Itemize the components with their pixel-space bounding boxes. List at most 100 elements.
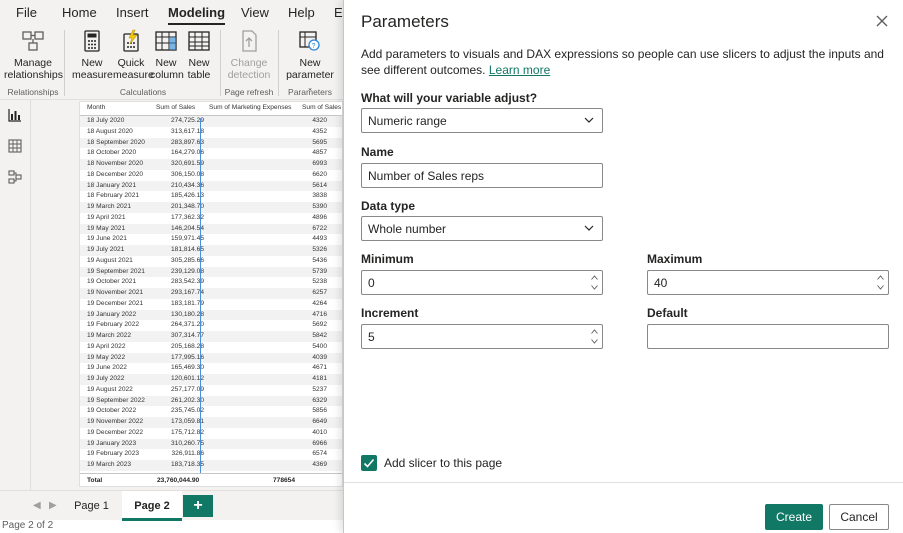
menu-insert[interactable]: Insert <box>116 5 149 20</box>
quick-measure-label: Quick measure <box>113 57 154 81</box>
page-tab-2[interactable]: Page 2 <box>122 491 182 521</box>
relationships-icon <box>22 31 44 51</box>
quick-measure-button[interactable]: Quick measure <box>113 29 154 81</box>
table-row[interactable]: 19 May 2022 177,995.16 4039 <box>80 352 342 364</box>
table-row[interactable]: 18 December 2020 306,150.08 6620 <box>80 170 342 181</box>
model-view-icon[interactable] <box>8 170 22 184</box>
header-sum-of-sales-2[interactable]: Sum of Sales <box>302 104 341 111</box>
add-slicer-label[interactable]: Add slicer to this page <box>384 456 502 470</box>
table-row[interactable]: 19 September 2022 261,202.30 6329 <box>80 395 342 407</box>
change-detection-button[interactable]: Change detection <box>224 29 274 81</box>
datatype-dropdown[interactable]: Whole number <box>361 216 603 241</box>
table-row[interactable]: 19 November 2022 173,059.81 6649 <box>80 417 342 428</box>
spin-down-icon[interactable] <box>877 285 884 290</box>
menu-home[interactable]: Home <box>62 5 97 20</box>
table-row[interactable]: 18 September 2020 283,897.63 5695 <box>80 137 342 149</box>
table-row[interactable]: 19 April 2022 205,168.28 5400 <box>80 342 342 353</box>
table-row[interactable]: 19 October 2021 283,542.39 5238 <box>80 277 342 288</box>
header-sum-of-sales[interactable]: Sum of Sales <box>156 104 195 111</box>
table-row[interactable]: 19 October 2022 235,745.02 5856 <box>80 406 342 417</box>
table-row[interactable]: 19 December 2021 183,181.79 4264 <box>80 299 342 310</box>
add-slicer-checkbox[interactable] <box>361 455 377 471</box>
maximum-input[interactable]: 40 <box>647 270 889 295</box>
table-row[interactable]: 19 July 2021 181,814.65 5326 <box>80 245 342 256</box>
checkmark-icon <box>363 458 375 468</box>
new-table-button[interactable]: New table <box>183 29 215 81</box>
table-row[interactable]: 19 July 2022 120,601.12 4181 <box>80 374 342 385</box>
increment-input[interactable]: 5 <box>361 324 603 349</box>
prev-page-arrow-icon[interactable]: ◀ <box>33 500 41 511</box>
page-tab-1[interactable]: Page 1 <box>62 491 121 521</box>
adjust-dropdown[interactable]: Numeric range <box>361 108 603 133</box>
create-button[interactable]: Create <box>765 504 823 530</box>
month-cell: 18 February 2021 <box>87 192 140 200</box>
sales-cell: 164,279.06 <box>170 149 204 157</box>
power-bi-window: File Home Insert Modeling View Help E Ma… <box>0 0 343 533</box>
table-row[interactable]: 18 February 2021 185,426.13 3838 <box>80 191 342 202</box>
month-cell: 19 February 2022 <box>87 321 140 329</box>
table-row[interactable]: 18 July 2020 274,725.29 4320 <box>80 116 342 127</box>
cancel-button[interactable]: Cancel <box>829 504 889 530</box>
minimum-input[interactable]: 0 <box>361 270 603 295</box>
new-column-button[interactable]: New column <box>150 29 184 81</box>
sales-cell: 293,167.74 <box>170 289 204 296</box>
default-input[interactable] <box>647 324 889 349</box>
table-row[interactable]: 19 December 2022 175,712.82 4010 <box>80 428 342 439</box>
table-row[interactable]: 18 January 2021 210,434.36 5614 <box>80 180 342 192</box>
new-measure-button[interactable]: New measure <box>72 29 113 81</box>
month-cell: 19 March 2021 <box>87 203 131 210</box>
spin-up-icon[interactable] <box>877 275 884 280</box>
name-input[interactable]: Number of Sales reps <box>361 163 603 188</box>
spin-up-icon[interactable] <box>591 329 598 334</box>
table-row[interactable]: 18 October 2020 164,279.06 4857 <box>80 148 342 159</box>
table-row[interactable]: 19 February 2023 326,911.86 6574 <box>80 449 342 460</box>
month-cell: 19 January 2022 <box>87 310 137 318</box>
ribbon-group-relationships: Relationships <box>7 87 59 97</box>
menu-file[interactable]: File <box>16 5 37 20</box>
sales-cell: 181,814.65 <box>170 246 204 253</box>
close-icon[interactable] <box>875 14 889 28</box>
menu-modeling[interactable]: Modeling <box>168 5 226 25</box>
table-row[interactable]: 19 January 2023 310,260.75 6966 <box>80 438 342 450</box>
menu-external-tools[interactable]: E <box>334 5 343 20</box>
table-row[interactable]: 19 September 2021 239,129.08 5739 <box>80 266 342 278</box>
table-row[interactable]: 18 August 2020 313,617.18 4352 <box>80 127 342 138</box>
learn-more-link[interactable]: Learn more <box>489 63 550 77</box>
spin-up-icon[interactable] <box>591 275 598 280</box>
sales-cell: 185,426.13 <box>170 192 204 200</box>
sales-cell: 175,712.82 <box>170 428 204 436</box>
sales-cell: 183,718.35 <box>170 461 204 468</box>
menu-help[interactable]: Help <box>288 5 315 20</box>
sales-cell: 146,204.54 <box>170 224 204 232</box>
manage-relationships-button[interactable]: Manage relationships <box>4 29 63 81</box>
table-visual[interactable]: Month Sum of Sales Sum of Marketing Expe… <box>79 101 343 487</box>
spin-down-icon[interactable] <box>591 285 598 290</box>
header-sum-of-marketing-expenses[interactable]: Sum of Marketing Expenses <box>209 104 291 111</box>
new-column-label: New column <box>150 57 184 81</box>
data-view-icon[interactable] <box>8 139 22 153</box>
report-view-icon[interactable] <box>8 108 22 122</box>
sales-cell: 305,285.66 <box>170 256 204 264</box>
table-row[interactable]: 19 May 2021 146,204.54 6722 <box>80 223 342 235</box>
spin-down-icon[interactable] <box>591 339 598 344</box>
table-row[interactable]: 19 June 2021 159,971.45 4493 <box>80 234 342 245</box>
new-parameter-button[interactable]: ? New parameter ⌄ <box>282 29 338 95</box>
next-page-arrow-icon[interactable]: ▶ <box>49 500 57 511</box>
table-row[interactable]: 19 August 2021 305,285.66 5436 <box>80 256 342 267</box>
table-row[interactable]: 19 June 2022 165,469.30 4671 <box>80 363 342 374</box>
table-row[interactable]: 19 August 2022 257,177.09 5237 <box>80 385 342 396</box>
table-row[interactable]: 19 March 2021 201,348.70 5390 <box>80 202 342 213</box>
dialog-title: Parameters <box>361 12 449 31</box>
menu-view[interactable]: View <box>241 5 269 20</box>
month-cell: 18 October 2020 <box>87 149 137 157</box>
header-month[interactable]: Month <box>87 104 105 111</box>
table-row[interactable]: 19 January 2022 130,180.28 4716 <box>80 309 342 321</box>
table-row[interactable]: 19 February 2022 264,371.20 5692 <box>80 320 342 331</box>
table-row[interactable]: 19 March 2023 183,718.35 4369 <box>80 460 342 471</box>
add-page-button[interactable]: + <box>183 495 213 517</box>
table-row[interactable]: 19 November 2021 293,167.74 6257 <box>80 288 342 299</box>
table-row[interactable]: 19 April 2021 177,362.32 4896 <box>80 213 342 224</box>
manage-relationships-label: Manage relationships <box>4 57 63 81</box>
table-row[interactable]: 18 November 2020 320,691.59 6993 <box>80 159 342 170</box>
table-row[interactable]: 19 March 2022 307,314.77 5842 <box>80 331 342 342</box>
